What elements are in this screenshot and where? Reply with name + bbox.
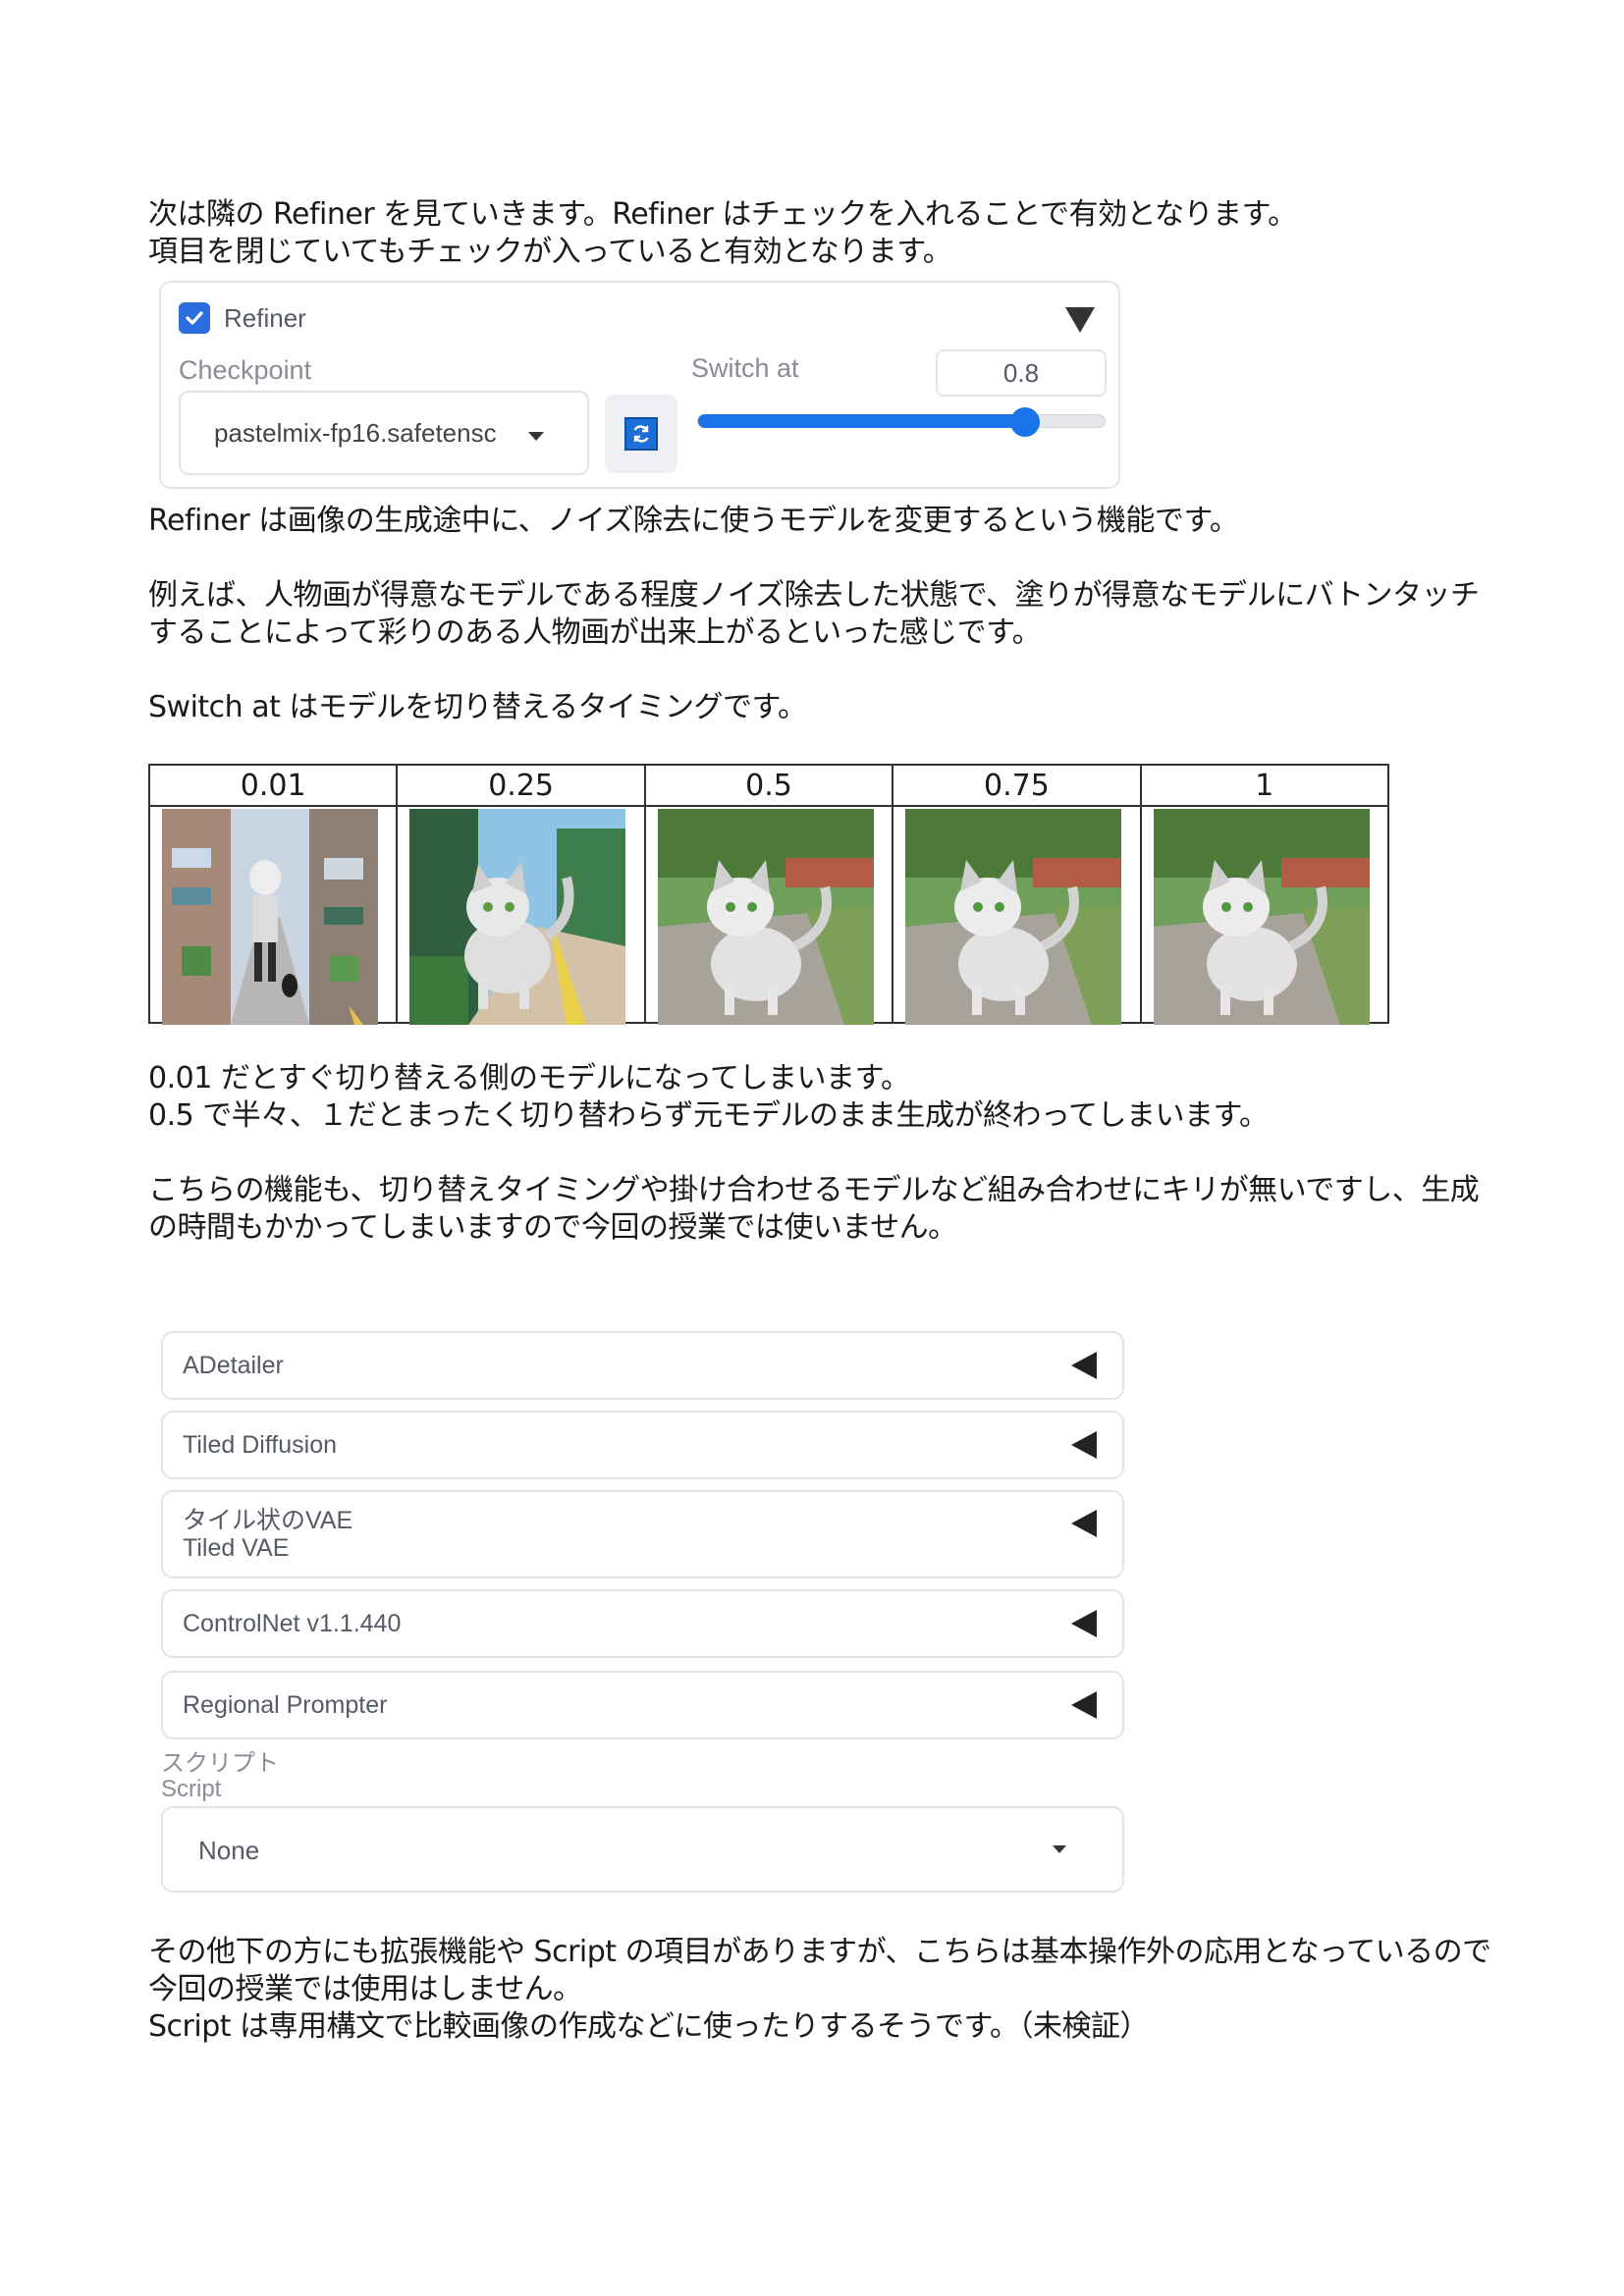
final-paragraph: その他下の方にも拡張機能や Script の項目がありますが、こちらは基本操作外…: [148, 1935, 1491, 2044]
accordion-label: ControlNet v1.1.440: [183, 1610, 402, 1637]
script-label-en: Script: [161, 1776, 222, 1802]
checkpoint-dropdown[interactable]: pastelmix-fp16.safetensc: [179, 391, 589, 475]
refiner-checkbox[interactable]: [179, 302, 210, 334]
cat-image: [1153, 809, 1370, 1025]
cat-image: [657, 809, 874, 1025]
street-girl-image: [162, 809, 378, 1025]
comparison-column: 0.5: [645, 766, 894, 1025]
expand-triangle-icon[interactable]: [1071, 1610, 1097, 1637]
expand-triangle-icon[interactable]: [1071, 1510, 1097, 1537]
comparison-header: 1: [1141, 766, 1388, 807]
cat-image: [409, 809, 626, 1025]
script-label-ja: スクリプト: [161, 1750, 279, 1777]
accordion-controlnet[interactable]: ControlNet v1.1.440: [161, 1589, 1124, 1658]
comparison-column: 0.01: [150, 766, 399, 1025]
refresh-icon: [624, 417, 658, 451]
chevron-down-icon: [1053, 1845, 1066, 1853]
script-dropdown[interactable]: None: [161, 1806, 1124, 1893]
expand-triangle-icon[interactable]: [1071, 1431, 1097, 1459]
refiner-label: Refiner: [224, 303, 306, 333]
accordion-sublabel: Tiled VAE: [183, 1534, 290, 1562]
comparison-column: 1: [1141, 766, 1388, 1025]
check-icon: [186, 311, 203, 325]
cat-image: [905, 809, 1122, 1025]
comparison-header: 0.01: [150, 766, 397, 807]
switch-paragraph: Switch at はモデルを切り替えるタイミングです。: [148, 690, 807, 724]
example-paragraph: 例えば、人物画が得意なモデルである程度ノイズ除去した状態で、塗りが得意なモデルに…: [148, 578, 1480, 650]
accordion-label: ADetailer: [183, 1352, 284, 1379]
accordion-regional-prompter[interactable]: Regional Prompter: [161, 1671, 1124, 1739]
switch-at-input[interactable]: 0.8: [936, 349, 1107, 397]
explain-paragraph: Refiner は画像の生成途中に、ノイズ除去に使うモデルを変更するという機能で…: [148, 504, 1239, 538]
accordion-tiled-diffusion[interactable]: Tiled Diffusion: [161, 1411, 1124, 1479]
result-paragraph: 0.01 だとすぐ切り替える側のモデルになってしまいます。 0.5 で半々、１だ…: [148, 1061, 1269, 1133]
slider-fill: [698, 414, 1025, 428]
chevron-down-icon: [528, 432, 544, 441]
script-value: None: [198, 1836, 260, 1865]
switch-at-slider[interactable]: [697, 407, 1106, 437]
intro-paragraph: 次は隣の Refiner を見ていきます。Refiner はチェックを入れること…: [148, 197, 1297, 269]
accordion-label: Tiled Diffusion: [183, 1431, 338, 1459]
comparison-header: 0.5: [645, 766, 893, 807]
comparison-column: 0.25: [398, 766, 646, 1025]
accordion-adetailer[interactable]: ADetailer: [161, 1331, 1124, 1400]
collapse-triangle-icon[interactable]: [1065, 307, 1095, 333]
accordion-label: Regional Prompter: [183, 1691, 388, 1719]
comparison-header: 0.75: [893, 766, 1140, 807]
comparison-header: 0.25: [398, 766, 644, 807]
comparison-table: 0.01 0.25 0.5 0.75 1: [148, 764, 1389, 1025]
slider-thumb[interactable]: [1009, 407, 1040, 437]
expand-triangle-icon[interactable]: [1071, 1691, 1097, 1719]
refiner-panel: Refiner Checkpoint Switch at 0.8 pastelm…: [159, 281, 1120, 489]
accordion-label: タイル状のVAE: [183, 1507, 353, 1534]
accordion-tiled-vae[interactable]: タイル状のVAE Tiled VAE: [161, 1490, 1124, 1578]
switch-at-label: Switch at: [691, 353, 799, 383]
checkpoint-label: Checkpoint: [179, 355, 312, 385]
note-paragraph: こちらの機能も、切り替えタイミングや掛け合わせるモデルなど組み合わせにキリが無い…: [148, 1173, 1480, 1245]
refresh-button[interactable]: [605, 395, 677, 473]
comparison-column: 0.75: [893, 766, 1142, 1025]
checkpoint-value: pastelmix-fp16.safetensc: [214, 418, 497, 448]
expand-triangle-icon[interactable]: [1071, 1352, 1097, 1379]
